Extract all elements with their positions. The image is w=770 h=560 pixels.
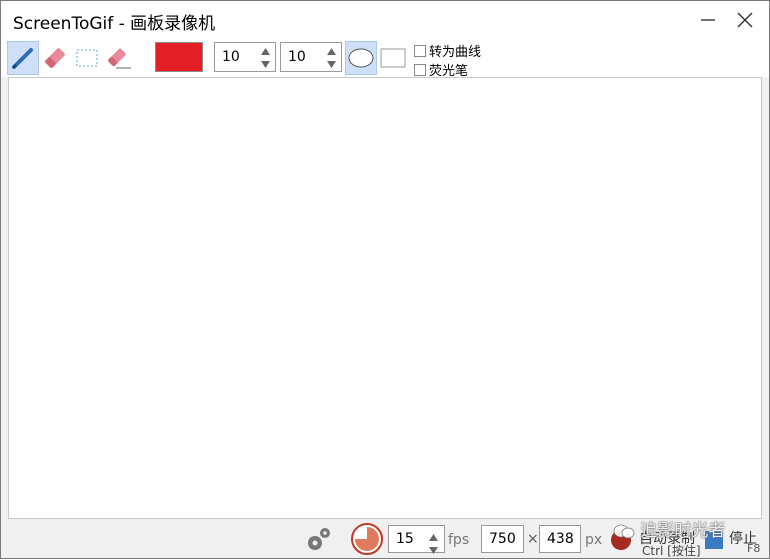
convert-curve-checkbox[interactable]: 转为曲线: [414, 41, 481, 60]
convert-curve-label: 转为曲线: [429, 45, 482, 60]
eraser-icon: [45, 48, 65, 68]
width-input[interactable]: 750: [481, 525, 524, 553]
pen-icon: [12, 48, 33, 69]
brush-height-stepper[interactable]: 10: [280, 42, 342, 72]
drawing-canvas[interactable]: [8, 77, 762, 519]
rectangle-tip-button[interactable]: [378, 41, 408, 75]
checkbox-box[interactable]: [414, 44, 426, 57]
title-bar: ScreenToGif - 画板录像机: [1, 1, 769, 39]
height-value: 438: [547, 531, 574, 547]
fps-value: 15: [396, 531, 414, 547]
height-input[interactable]: 438: [539, 525, 581, 553]
app-window: ScreenToGif - 画板录像机 10 10 转为曲线 荧光笔 15 fp…: [0, 0, 770, 559]
watermark-text: 追影时光者: [640, 521, 726, 541]
ellipse-tip-button[interactable]: [345, 41, 377, 75]
snapshot-mode-button[interactable]: [350, 522, 384, 560]
width-value: 750: [489, 531, 516, 547]
times-sign: ×: [527, 531, 539, 547]
stroke-eraser-tool-button[interactable]: [103, 41, 135, 75]
increase-arrow-icon[interactable]: [326, 46, 336, 56]
decrease-arrow-icon[interactable]: [429, 542, 438, 558]
select-icon: [76, 49, 98, 67]
fps-unit: fps: [448, 532, 470, 548]
brush-width-value: 10: [222, 49, 240, 65]
px-unit: px: [585, 532, 603, 548]
fps-stepper[interactable]: 15: [388, 525, 445, 554]
minimize-icon: [701, 19, 715, 21]
increase-arrow-icon[interactable]: [260, 46, 270, 56]
ellipse-icon: [348, 48, 374, 68]
timer-icon: [351, 523, 383, 555]
wechat-icon: [613, 524, 635, 539]
pen-tool-button[interactable]: [7, 41, 39, 75]
decrease-arrow-icon[interactable]: [260, 59, 270, 69]
settings-button[interactable]: [304, 524, 334, 558]
close-button[interactable]: [730, 7, 760, 33]
toolbar: 10 10 转为曲线 荧光笔: [1, 39, 769, 79]
eraser-tool-button[interactable]: [39, 41, 71, 75]
color-picker[interactable]: [155, 42, 203, 72]
window-title: ScreenToGif - 画板录像机: [13, 14, 216, 34]
decrease-arrow-icon[interactable]: [326, 59, 336, 69]
watermark: 追影时光者: [613, 516, 725, 541]
select-tool-button[interactable]: [71, 41, 103, 75]
close-icon: [737, 12, 753, 28]
checkbox-box[interactable]: [414, 63, 426, 76]
stop-hint: F8: [747, 542, 761, 555]
minimize-button[interactable]: [693, 7, 723, 33]
brush-height-value: 10: [288, 49, 306, 65]
auto-record-hint: Ctrl [按住]: [642, 544, 701, 558]
brush-width-stepper[interactable]: 10: [214, 42, 276, 72]
rectangle-icon: [380, 48, 406, 68]
stroke-eraser-icon: [108, 48, 131, 69]
gear-icon: [308, 528, 330, 550]
